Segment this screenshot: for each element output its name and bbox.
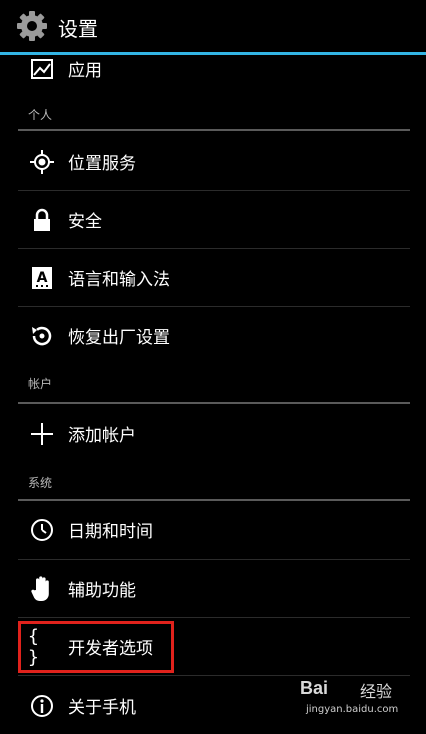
settings-item-label: 恢复出厂设置: [68, 328, 170, 348]
page-title: 设置: [58, 17, 98, 41]
restore-icon: [28, 322, 56, 350]
watermark-text: 经验: [360, 682, 393, 701]
settings-item-label: 辅助功能: [68, 581, 136, 601]
highlight-box: [18, 621, 174, 673]
settings-item-accessibility[interactable]: 辅助功能: [18, 560, 410, 617]
settings-item-language[interactable]: A 语言和输入法: [18, 249, 410, 306]
section-divider: [18, 402, 410, 404]
section-header-accounts: 帐户: [28, 377, 53, 391]
settings-item-date-time[interactable]: 日期和时间: [18, 501, 410, 558]
lock-icon: [28, 206, 56, 234]
plus-icon: [28, 420, 56, 448]
settings-item-label: 安全: [68, 212, 102, 232]
settings-item-label: 添加帐户: [68, 426, 136, 446]
settings-item-apps[interactable]: 应用: [18, 40, 410, 97]
section-header-personal: 个人: [28, 108, 53, 122]
settings-item-security[interactable]: 安全: [18, 191, 410, 248]
settings-item-add-account[interactable]: 添加帐户: [18, 405, 410, 462]
settings-item-label: 日期和时间: [68, 522, 153, 542]
settings-item-factory-reset[interactable]: 恢复出厂设置: [18, 307, 410, 364]
settings-item-label: 应用: [68, 61, 102, 81]
settings-item-label: 关于手机: [68, 698, 136, 718]
settings-item-location[interactable]: 位置服务: [18, 133, 410, 190]
watermark-url: jingyan.baidu.com: [306, 704, 399, 715]
location-icon: [28, 148, 56, 176]
info-icon: [28, 692, 56, 720]
clock-icon: [28, 516, 56, 544]
settings-gear-icon[interactable]: [14, 8, 50, 44]
watermark-logo: Bai: [300, 678, 329, 698]
hand-icon: [28, 575, 56, 603]
apps-icon: [28, 55, 56, 83]
baidu-jingyan-watermark: Bai 经验 jingyan.baidu.com: [300, 674, 412, 722]
settings-item-label: 语言和输入法: [68, 270, 170, 290]
svg-text:A: A: [37, 270, 48, 286]
section-divider: [18, 129, 410, 131]
keyboard-a-icon: A: [28, 264, 56, 292]
settings-item-label: 位置服务: [68, 154, 136, 174]
section-header-system: 系统: [28, 476, 53, 490]
